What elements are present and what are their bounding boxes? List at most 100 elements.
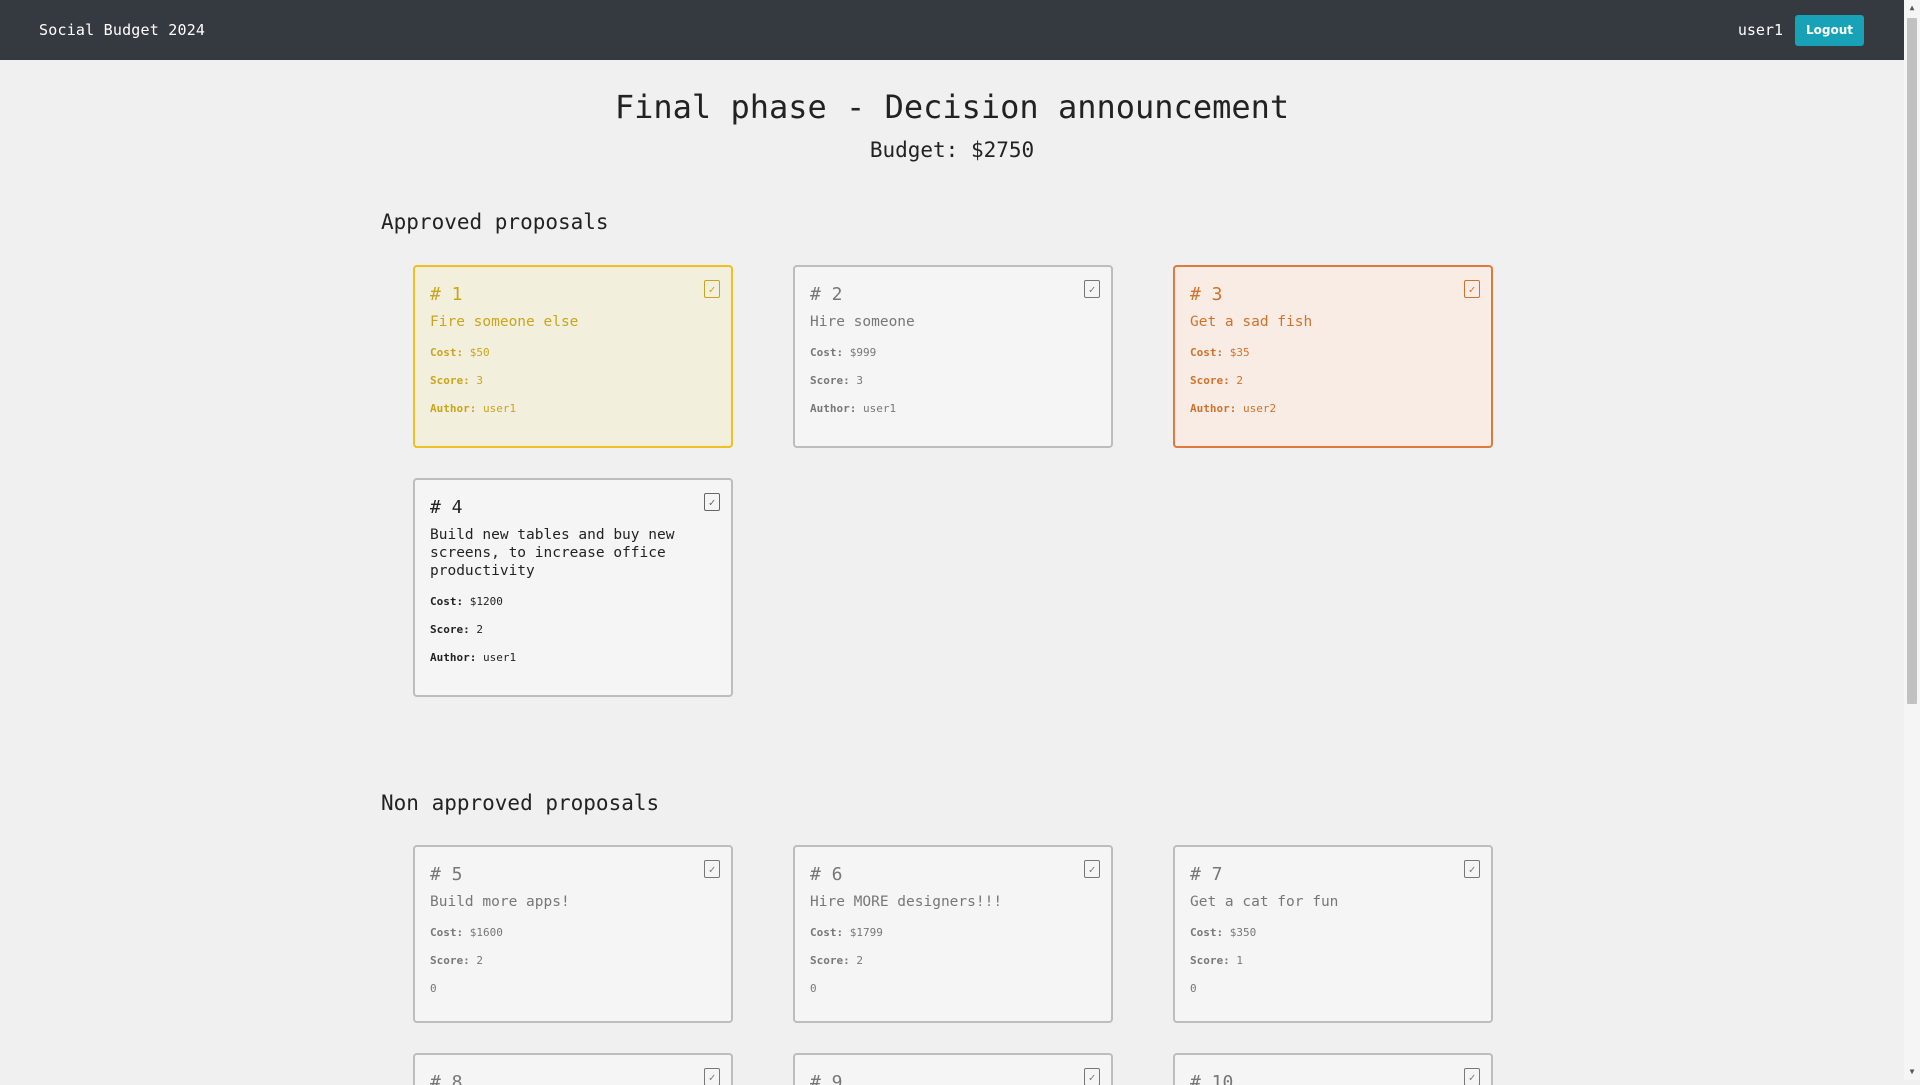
proposal-card[interactable]: ✓ # 10 [1173, 1053, 1493, 1085]
cost-value: $999 [849, 346, 877, 359]
score-value: 2 [476, 623, 483, 636]
proposal-card[interactable]: ✓ # 8 [413, 1053, 733, 1085]
proposal-number: # 3 [1190, 284, 1223, 305]
proposal-number: # 9 [810, 1072, 843, 1085]
proposal-description: Build more apps! [430, 894, 570, 910]
proposal-card[interactable]: ✓ # 5 Build more apps! Cost: $1600 Score… [413, 845, 733, 1023]
proposal-cost: Cost: $350 [1190, 927, 1476, 939]
logout-button[interactable]: Logout [1794, 14, 1864, 46]
score-value: 2 [476, 954, 483, 967]
proposal-cost: Cost: $999 [810, 347, 1096, 359]
proposal-extra: 0 [430, 982, 437, 995]
proposal-description: Hire someone [810, 314, 915, 330]
scroll-up-icon[interactable]: ▲ [1904, 0, 1920, 16]
cost-label: Cost: [1190, 346, 1224, 359]
navbar: Social Budget 2024 user1 Logout [0, 0, 1904, 60]
proposal-card[interactable]: ✓ # 2 Hire someone Cost: $999 Score: 3 A… [793, 265, 1113, 448]
proposal-description: Build new tables and buy new screens, to… [430, 527, 675, 579]
proposal-author: Author: user1 [810, 403, 1096, 415]
proposal-card[interactable]: ✓ # 7 Get a cat for fun Cost: $350 Score… [1173, 845, 1493, 1023]
cost-value: $35 [1229, 346, 1250, 359]
checkbox-check-icon: ✓ [1464, 280, 1480, 298]
checkbox-check-icon: ✓ [704, 860, 720, 878]
proposal-card[interactable]: ✓ # 3 Get a sad fish Cost: $35 Score: 2 … [1173, 265, 1493, 448]
nav-user-area: user1 Logout [1737, 14, 1864, 46]
scroll-down-icon[interactable]: ▼ [1904, 1064, 1920, 1080]
username: user1 [1737, 21, 1783, 39]
vertical-scrollbar[interactable]: ▲ ▼ [1904, 0, 1920, 1080]
proposal-description: Hire MORE designers!!! [810, 894, 1003, 910]
score-label: Score: [1190, 954, 1230, 967]
cost-value: $1200 [469, 595, 503, 608]
proposal-score: Score: 2 [810, 955, 1096, 967]
proposal-cost: Cost: $1600 [430, 927, 716, 939]
proposal-description: Get a sad fish [1190, 314, 1313, 330]
proposal-cost: Cost: $1799 [810, 927, 1096, 939]
page-title: Final phase - Decision announcement [614, 88, 1290, 126]
cost-label: Cost: [1190, 926, 1224, 939]
cost-label: Cost: [430, 346, 464, 359]
checkbox-check-icon: ✓ [704, 493, 720, 511]
author-value: user1 [862, 402, 897, 415]
score-label: Score: [430, 623, 470, 636]
author-value: user2 [1242, 402, 1277, 415]
checkbox-check-icon: ✓ [704, 280, 720, 298]
author-label: Author: [1190, 402, 1237, 415]
cost-label: Cost: [430, 926, 464, 939]
proposal-author: Author: user1 [430, 652, 716, 664]
proposal-cost: Cost: $35 [1190, 347, 1476, 359]
proposal-score: Score: 2 [1190, 375, 1476, 387]
proposal-author: Author: user1 [430, 403, 716, 415]
checkbox-check-icon: ✓ [1464, 1068, 1480, 1085]
non-approved-section-title: Non approved proposals [381, 791, 660, 815]
score-value: 2 [1236, 374, 1243, 387]
proposal-card[interactable]: ✓ # 9 [793, 1053, 1113, 1085]
cost-value: $350 [1229, 926, 1257, 939]
proposal-description: Get a cat for fun [1190, 894, 1339, 910]
score-value: 3 [476, 374, 483, 387]
proposal-card[interactable]: ✓ # 1 Fire someone else Cost: $50 Score:… [413, 265, 733, 448]
proposal-author: Author: user2 [1190, 403, 1476, 415]
cost-label: Cost: [810, 926, 844, 939]
score-label: Score: [810, 954, 850, 967]
proposal-number: # 5 [430, 864, 463, 885]
checkbox-check-icon: ✓ [1464, 860, 1480, 878]
author-value: user1 [482, 402, 517, 415]
author-label: Author: [810, 402, 857, 415]
checkbox-check-icon: ✓ [1084, 1068, 1100, 1085]
cost-label: Cost: [810, 346, 844, 359]
proposal-score: Score: 2 [430, 955, 716, 967]
proposal-score: Score: 3 [430, 375, 716, 387]
approved-section-title: Approved proposals [381, 210, 609, 234]
author-label: Author: [430, 402, 477, 415]
cost-value: $1600 [469, 926, 503, 939]
author-label: Author: [430, 651, 477, 664]
author-value: user1 [482, 651, 517, 664]
proposal-card[interactable]: ✓ # 6 Hire MORE designers!!! Cost: $1799… [793, 845, 1113, 1023]
proposal-score: Score: 1 [1190, 955, 1476, 967]
proposal-number: # 4 [430, 497, 463, 518]
cost-label: Cost: [430, 595, 464, 608]
proposal-extra: 0 [810, 982, 817, 995]
score-value: 2 [856, 954, 863, 967]
proposal-extra: 0 [1190, 982, 1197, 995]
score-value: 3 [856, 374, 863, 387]
scroll-thumb[interactable] [1907, 18, 1917, 704]
proposal-description: Fire someone else [430, 314, 579, 330]
proposal-card[interactable]: ✓ # 4 Build new tables and buy new scree… [413, 478, 733, 697]
score-label: Score: [430, 954, 470, 967]
checkbox-check-icon: ✓ [1084, 860, 1100, 878]
proposal-number: # 6 [810, 864, 843, 885]
proposal-cost: Cost: $50 [430, 347, 716, 359]
cost-value: $1799 [849, 926, 883, 939]
proposal-number: # 7 [1190, 864, 1223, 885]
proposal-score: Score: 3 [810, 375, 1096, 387]
proposal-score: Score: 2 [430, 624, 716, 636]
budget-label: Budget: $2750 [869, 138, 1035, 162]
score-label: Score: [1190, 374, 1230, 387]
score-label: Score: [430, 374, 470, 387]
proposal-number: # 10 [1190, 1072, 1234, 1085]
proposal-cost: Cost: $1200 [430, 596, 716, 608]
brand-title[interactable]: Social Budget 2024 [39, 21, 205, 39]
checkbox-check-icon: ✓ [1084, 280, 1100, 298]
